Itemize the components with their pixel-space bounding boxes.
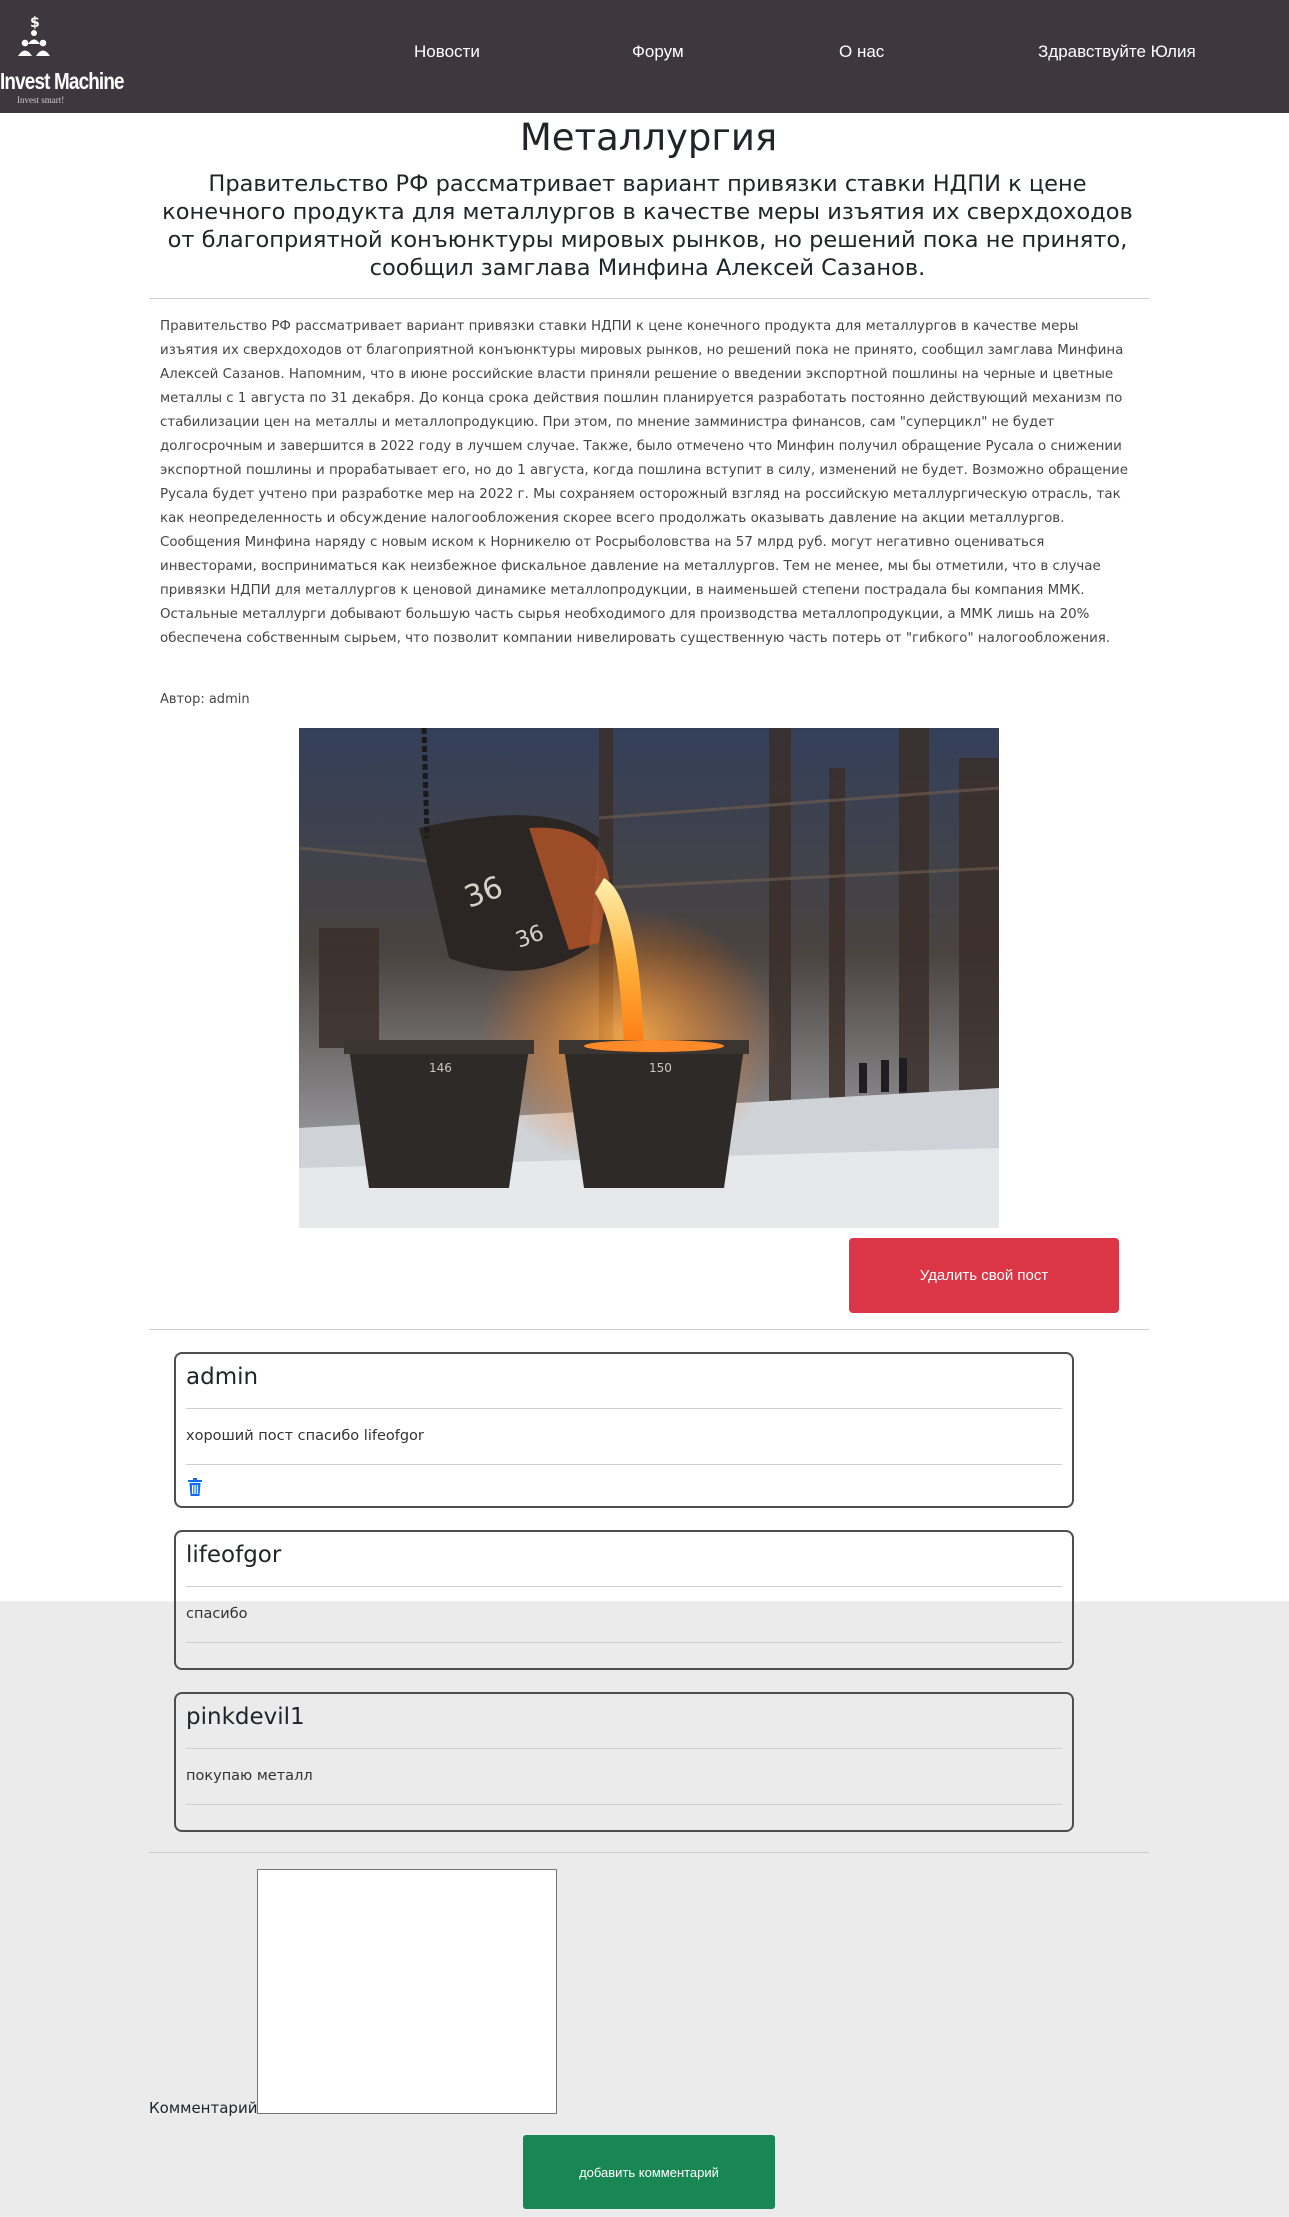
comment-divider bbox=[186, 1464, 1062, 1465]
article-author: Автор: admin bbox=[160, 692, 250, 707]
logo-title: Invest Machine bbox=[0, 68, 125, 94]
divider bbox=[149, 1329, 1149, 1330]
comment-author: lifeofgor bbox=[186, 1542, 282, 1568]
comment-card: lifeofgor спасибо bbox=[174, 1530, 1074, 1670]
comment-card: pinkdevil1 покупаю металл bbox=[174, 1692, 1074, 1832]
comment-divider bbox=[186, 1586, 1062, 1587]
divider bbox=[149, 1852, 1149, 1853]
comment-textarea[interactable] bbox=[257, 1869, 557, 2114]
nav-news-link[interactable]: Новости bbox=[414, 42, 480, 62]
comment-label: Комментарий: bbox=[149, 2099, 263, 2117]
article-image: 36 36 146 150 bbox=[299, 728, 999, 1228]
comment-author: admin bbox=[186, 1364, 259, 1390]
top-navbar: $ Invest Machine Invest smart! Новости Ф… bbox=[0, 0, 1289, 113]
nav-forum-link[interactable]: Форум bbox=[632, 42, 684, 62]
delete-post-button[interactable]: Удалить свой пост bbox=[849, 1238, 1119, 1313]
comment-card: admin хороший пост спасибо lifeofgor bbox=[174, 1352, 1074, 1508]
article-lead: Правительство РФ рассматривает вариант п… bbox=[162, 171, 1133, 281]
comment-divider bbox=[186, 1642, 1062, 1643]
svg-text:146: 146 bbox=[429, 1061, 452, 1075]
comment-author: pinkdevil1 bbox=[186, 1704, 305, 1730]
comment-text: спасибо bbox=[186, 1606, 248, 1622]
nav-about-link[interactable]: О нас bbox=[839, 42, 884, 62]
svg-text:150: 150 bbox=[649, 1061, 672, 1075]
divider bbox=[149, 298, 1149, 299]
comment-divider bbox=[186, 1748, 1062, 1749]
article-body: Правительство РФ рассматривает вариант п… bbox=[160, 319, 1128, 646]
comment-divider bbox=[186, 1408, 1062, 1409]
logo-subtitle: Invest smart! bbox=[17, 95, 65, 105]
comment-text: покупаю металл bbox=[186, 1768, 313, 1784]
logo-people-icon: $ bbox=[18, 15, 50, 56]
page-title: Металлургия bbox=[519, 116, 778, 159]
comment-text: хороший пост спасибо lifeofgor bbox=[186, 1428, 424, 1444]
site-logo[interactable]: $ Invest Machine Invest smart! bbox=[0, 12, 125, 107]
comment-divider bbox=[186, 1804, 1062, 1805]
user-greeting[interactable]: Здравствуйте Юлия bbox=[1038, 42, 1196, 62]
add-comment-button[interactable]: добавить комментарий bbox=[523, 2135, 775, 2209]
svg-text:$: $ bbox=[30, 15, 40, 31]
trash-icon[interactable] bbox=[187, 1478, 203, 1496]
